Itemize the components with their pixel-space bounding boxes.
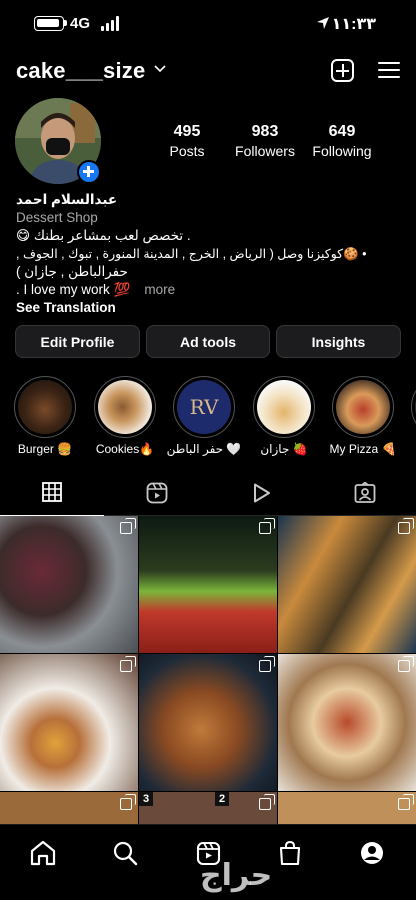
post-thumbnail[interactable]	[278, 792, 416, 824]
carousel-icon	[259, 518, 275, 534]
add-story-button[interactable]	[77, 160, 101, 184]
highlight-my-pizza-image	[336, 380, 390, 434]
nav-profile[interactable]	[352, 833, 392, 873]
carousel-icon	[398, 656, 414, 672]
more-link[interactable]: more	[144, 282, 175, 297]
home-icon	[30, 840, 56, 866]
profile-bio: عبدالسلام احمد Dessert Shop . تخصص لعب ب…	[16, 191, 408, 317]
following-count: 649	[328, 123, 356, 140]
bio-line-4: . I love my work 💯	[16, 282, 131, 297]
chevron-down-icon[interactable]	[154, 64, 166, 74]
signal-icon	[101, 16, 121, 31]
post-thumbnail[interactable]	[278, 516, 416, 653]
tagged-user-icon	[354, 482, 376, 503]
bio-line-3: حفرالباطن , جازان )	[16, 264, 128, 279]
tab-tagged[interactable]	[312, 470, 416, 516]
play-icon	[254, 483, 270, 503]
insights-button[interactable]: Insights	[276, 325, 401, 358]
tab-posts-grid[interactable]	[0, 470, 104, 516]
battery-icon	[34, 16, 64, 31]
highlight-hafr-albatin[interactable]: RV حفر الباطن 🤍	[167, 376, 241, 456]
tab-reels[interactable]	[104, 470, 208, 516]
collage-badge: 3	[139, 792, 153, 806]
stat-posts[interactable]: 495 Posts	[147, 123, 227, 159]
reels-icon	[146, 482, 168, 504]
stat-followers[interactable]: 983 Followers	[225, 123, 305, 159]
status-time: ١١:٣٣	[331, 16, 376, 33]
carousel-icon	[259, 794, 275, 810]
posts-label: Posts	[169, 143, 205, 159]
nav-home[interactable]	[23, 833, 63, 873]
display-name: عبدالسلام احمد	[16, 192, 118, 207]
shopping-bag-icon	[279, 840, 301, 866]
status-bar: 4G ١١:٣٣	[0, 0, 416, 46]
see-translation-link[interactable]: See Translation	[16, 299, 408, 317]
create-post-icon[interactable]	[331, 59, 354, 82]
post-thumbnail[interactable]	[139, 516, 277, 653]
grid-icon	[42, 482, 62, 502]
bio-line-1: . تخصص لعب بمشاعر بطنك 😋	[16, 228, 191, 243]
post-thumbnail[interactable]	[0, 516, 138, 653]
nav-search[interactable]	[105, 833, 145, 873]
carousel-icon	[120, 518, 136, 534]
profile-avatar-icon	[361, 842, 383, 864]
post-thumbnail[interactable]	[0, 792, 138, 824]
followers-label: Followers	[235, 143, 295, 159]
post-thumbnail[interactable]	[278, 654, 416, 791]
menu-icon[interactable]	[378, 61, 400, 79]
post-thumbnail[interactable]	[139, 654, 277, 791]
highlight-burger[interactable]: Burger 🍔	[14, 376, 76, 456]
tab-videos[interactable]	[208, 470, 312, 516]
highlight-cookies[interactable]: Cookies🔥	[94, 376, 156, 456]
ad-tools-button[interactable]: Ad tools	[146, 325, 270, 358]
highlight-jazan-image	[257, 380, 311, 434]
highlight-partial[interactable]	[411, 376, 416, 438]
edit-profile-button[interactable]: Edit Profile	[15, 325, 140, 358]
posts-grid: 3 2	[0, 516, 416, 824]
search-icon	[113, 841, 138, 866]
stat-following[interactable]: 649 Following	[302, 123, 382, 159]
location-arrow-icon	[317, 17, 329, 29]
collage-badge: 2	[215, 792, 229, 806]
followers-count: 983	[251, 123, 279, 140]
post-thumbnail[interactable]	[0, 654, 138, 791]
following-label: Following	[312, 143, 372, 159]
highlight-burger-image	[18, 380, 72, 434]
carousel-icon	[398, 518, 414, 534]
nav-shop[interactable]	[270, 833, 310, 873]
profile-tabs	[0, 470, 416, 516]
highlight-my-pizza[interactable]: My Pizza 🍕	[330, 376, 396, 456]
bio-line-2: • 🍪كوكيزنا وصل ( الرياض , الخرج , المدين…	[16, 247, 367, 261]
posts-count: 495	[173, 123, 201, 140]
post-thumbnail[interactable]: 3 2	[139, 792, 277, 824]
highlight-label: My Pizza 🍕	[329, 442, 397, 456]
network-type: 4G	[70, 15, 91, 32]
carousel-icon	[120, 656, 136, 672]
username-switcher[interactable]: cake___size	[16, 58, 145, 84]
carousel-icon	[120, 794, 136, 810]
rv-logo: RV	[177, 380, 231, 434]
profile-header: cake___size	[0, 52, 416, 92]
highlight-jazan[interactable]: جازان 🍓	[253, 376, 315, 456]
carousel-icon	[259, 656, 275, 672]
highlight-cookies-image	[98, 380, 152, 434]
carousel-icon	[398, 794, 414, 810]
category-label: Dessert Shop	[16, 210, 98, 225]
watermark-logo: حراج	[200, 859, 273, 892]
